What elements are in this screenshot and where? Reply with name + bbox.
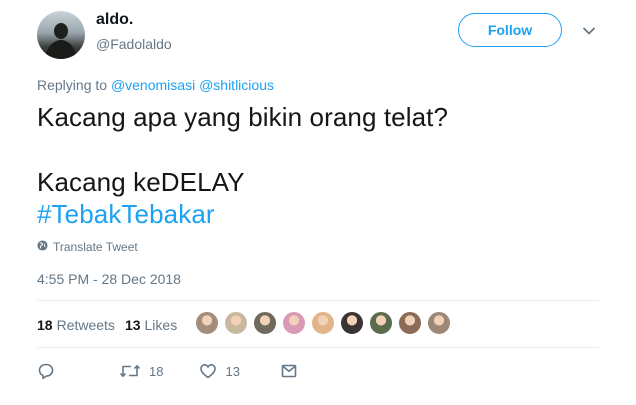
liker-avatar[interactable]: [311, 311, 335, 335]
avatar-image: [45, 23, 77, 59]
liker-avatar[interactable]: [427, 311, 451, 335]
likes-stat[interactable]: 13 Likes: [125, 317, 177, 333]
globe-icon: [37, 240, 48, 254]
likers-avatars: [195, 311, 451, 335]
retweet-button[interactable]: 18: [119, 362, 163, 380]
liker-avatar[interactable]: [340, 311, 364, 335]
divider: [37, 347, 599, 348]
like-count: 13: [225, 363, 240, 379]
liker-avatar[interactable]: [195, 311, 219, 335]
retweets-stat[interactable]: 18 Retweets: [37, 317, 115, 333]
liker-avatar[interactable]: [253, 311, 277, 335]
author-handle[interactable]: @Fadolaldo: [96, 36, 172, 52]
hashtag-link[interactable]: #TebakTebakar: [37, 199, 215, 230]
reply-context-label: Replying to: [37, 77, 108, 93]
tweet-stats: 18 Retweets 13 Likes: [37, 317, 177, 333]
tweet-text-line: Kacang apa yang bikin orang telat?: [37, 102, 449, 132]
retweets-count: 18: [37, 317, 53, 333]
chevron-down-icon[interactable]: [582, 24, 596, 38]
tweet-timestamp[interactable]: 4:55 PM - 28 Dec 2018: [37, 271, 181, 287]
mention-link[interactable]: @venomisasi: [111, 77, 195, 93]
translate-label: Translate Tweet: [53, 240, 138, 254]
envelope-icon: [280, 362, 298, 380]
retweet-icon: [119, 362, 141, 380]
likes-count: 13: [124, 317, 141, 333]
divider: [37, 300, 599, 301]
liker-avatar[interactable]: [224, 311, 248, 335]
reply-context: Replying to @venomisasi @shitlicious: [37, 77, 274, 93]
like-button[interactable]: 13: [199, 362, 240, 380]
liker-avatar[interactable]: [398, 311, 422, 335]
avatar[interactable]: [37, 11, 85, 59]
tweet-actions: 18 13: [37, 362, 298, 380]
heart-icon: [199, 362, 217, 380]
follow-button[interactable]: Follow: [458, 13, 562, 47]
liker-avatar[interactable]: [369, 311, 393, 335]
retweet-count: 18: [149, 363, 164, 379]
likes-label: Likes: [144, 317, 178, 333]
reply-button[interactable]: [37, 362, 55, 380]
translate-tweet-link[interactable]: Translate Tweet: [37, 240, 138, 254]
direct-message-button[interactable]: [280, 362, 298, 380]
reply-icon: [37, 362, 55, 380]
retweets-label: Retweets: [56, 317, 115, 333]
mention-link[interactable]: @shitlicious: [199, 77, 274, 93]
liker-avatar[interactable]: [282, 311, 306, 335]
tweet-text-line: Kacang keDELAY: [37, 167, 245, 197]
author-display-name[interactable]: aldo.: [96, 11, 133, 29]
